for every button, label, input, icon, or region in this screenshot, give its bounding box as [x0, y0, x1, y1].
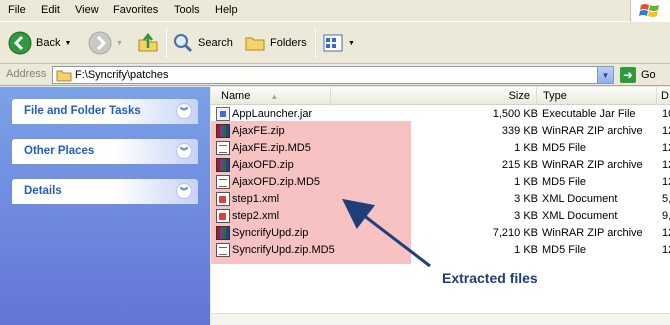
up-folder-icon — [138, 32, 158, 52]
winrar-icon — [216, 226, 230, 240]
forward-button[interactable]: ▼ — [88, 26, 123, 60]
column-header-size[interactable]: Size — [331, 87, 537, 105]
winrar-icon — [216, 158, 230, 172]
folders-label: Folders — [270, 37, 307, 49]
xml-file-icon — [216, 192, 230, 206]
search-label: Search — [198, 37, 233, 49]
md5-file-icon — [216, 141, 230, 155]
table-row[interactable]: SyncrifyUpd.zip.MD5 1 KB MD5 File 12 — [211, 242, 670, 259]
chevron-down-icon[interactable]: ︾ — [176, 143, 192, 159]
table-row[interactable]: AjaxOFD.zip.MD5 1 KB MD5 File 12 — [211, 174, 670, 191]
go-label: Go — [641, 69, 656, 81]
back-label: Back — [36, 37, 61, 49]
address-dropdown-icon[interactable]: ▼ — [597, 67, 613, 83]
file-list: Name ▲ Size Type D AppLauncher.jar 1,500 … — [211, 87, 670, 325]
address-path: F:\Syncrify\patches — [75, 69, 169, 81]
table-row[interactable]: step2.xml 3 KB XML Document 9, — [211, 208, 670, 225]
table-row[interactable]: step1.xml 3 KB XML Document 5, — [211, 191, 670, 208]
windows-logo — [630, 0, 670, 22]
table-row[interactable]: AppLauncher.jar 1,500 KB Executable Jar … — [211, 106, 670, 123]
forward-dropdown-icon[interactable]: ▼ — [116, 40, 123, 47]
search-icon — [174, 34, 193, 53]
go-arrow-icon: ➜ — [620, 67, 636, 83]
column-header-date[interactable]: D — [657, 87, 670, 105]
chevron-down-icon[interactable]: ︾ — [176, 183, 192, 199]
md5-file-icon — [216, 175, 230, 189]
back-dropdown-icon[interactable]: ▼ — [64, 40, 71, 47]
sort-ascending-icon: ▲ — [270, 92, 279, 101]
folder-icon — [56, 70, 72, 82]
menu-help[interactable]: Help — [215, 4, 238, 16]
task-group-other-places[interactable]: Other Places ︾ — [12, 139, 198, 164]
menu-view[interactable]: View — [75, 4, 99, 16]
annotation-label: Extracted files — [442, 270, 538, 286]
menu-file[interactable]: File — [8, 4, 26, 16]
menu-edit[interactable]: Edit — [41, 4, 60, 16]
windows-flag-icon — [639, 4, 659, 17]
column-header-name[interactable]: Name ▲ — [211, 87, 331, 105]
back-arrow-icon — [8, 31, 32, 55]
menu-tools[interactable]: Tools — [174, 4, 200, 16]
back-button[interactable]: Back ▼ — [8, 26, 71, 60]
column-header-type[interactable]: Type — [537, 87, 657, 105]
horizontal-scrollbar[interactable] — [211, 313, 670, 325]
toolbar: Back ▼ ▼ Search Folders ▼ — [0, 22, 670, 64]
table-row[interactable]: SyncrifyUpd.zip 7,210 KB WinRAR ZIP arch… — [211, 225, 670, 242]
task-pane: File and Folder Tasks ︾ Other Places ︾ D… — [0, 87, 210, 325]
up-folder-button[interactable] — [136, 26, 160, 60]
menu-bar: File Edit View Favorites Tools Help — [0, 0, 670, 22]
table-row[interactable]: AjaxFE.zip.MD5 1 KB MD5 File 12 — [211, 140, 670, 157]
address-input[interactable]: F:\Syncrify\patches ▼ — [52, 66, 614, 84]
folders-icon — [245, 37, 265, 51]
md5-file-icon — [216, 243, 230, 257]
column-headers: Name ▲ Size Type D — [211, 87, 670, 105]
winrar-icon — [216, 124, 230, 138]
go-button[interactable]: ➜ Go — [620, 67, 656, 83]
xml-file-icon — [216, 209, 230, 223]
table-row[interactable]: AjaxFE.zip 339 KB WinRAR ZIP archive 12 — [211, 123, 670, 140]
forward-arrow-icon — [88, 31, 112, 55]
search-button[interactable]: Search — [172, 26, 233, 60]
task-group-title: Details — [24, 185, 62, 197]
task-group-file-folder[interactable]: File and Folder Tasks ︾ — [12, 99, 198, 124]
jar-icon — [216, 107, 230, 121]
task-group-details[interactable]: Details ︾ — [12, 179, 198, 204]
menu-favorites[interactable]: Favorites — [113, 4, 158, 16]
chevron-down-icon[interactable]: ︾ — [176, 103, 192, 119]
table-row[interactable]: AjaxOFD.zip 215 KB WinRAR ZIP archive 12 — [211, 157, 670, 174]
task-group-title: File and Folder Tasks — [24, 105, 141, 117]
views-button[interactable]: ▼ — [322, 26, 355, 60]
views-dropdown-icon[interactable]: ▼ — [348, 40, 355, 47]
views-icon — [323, 34, 343, 52]
address-label: Address — [6, 68, 47, 80]
task-group-title: Other Places — [24, 145, 95, 157]
address-bar: Address F:\Syncrify\patches ▼ ➜ Go — [0, 64, 670, 86]
folders-button[interactable]: Folders — [244, 26, 307, 60]
